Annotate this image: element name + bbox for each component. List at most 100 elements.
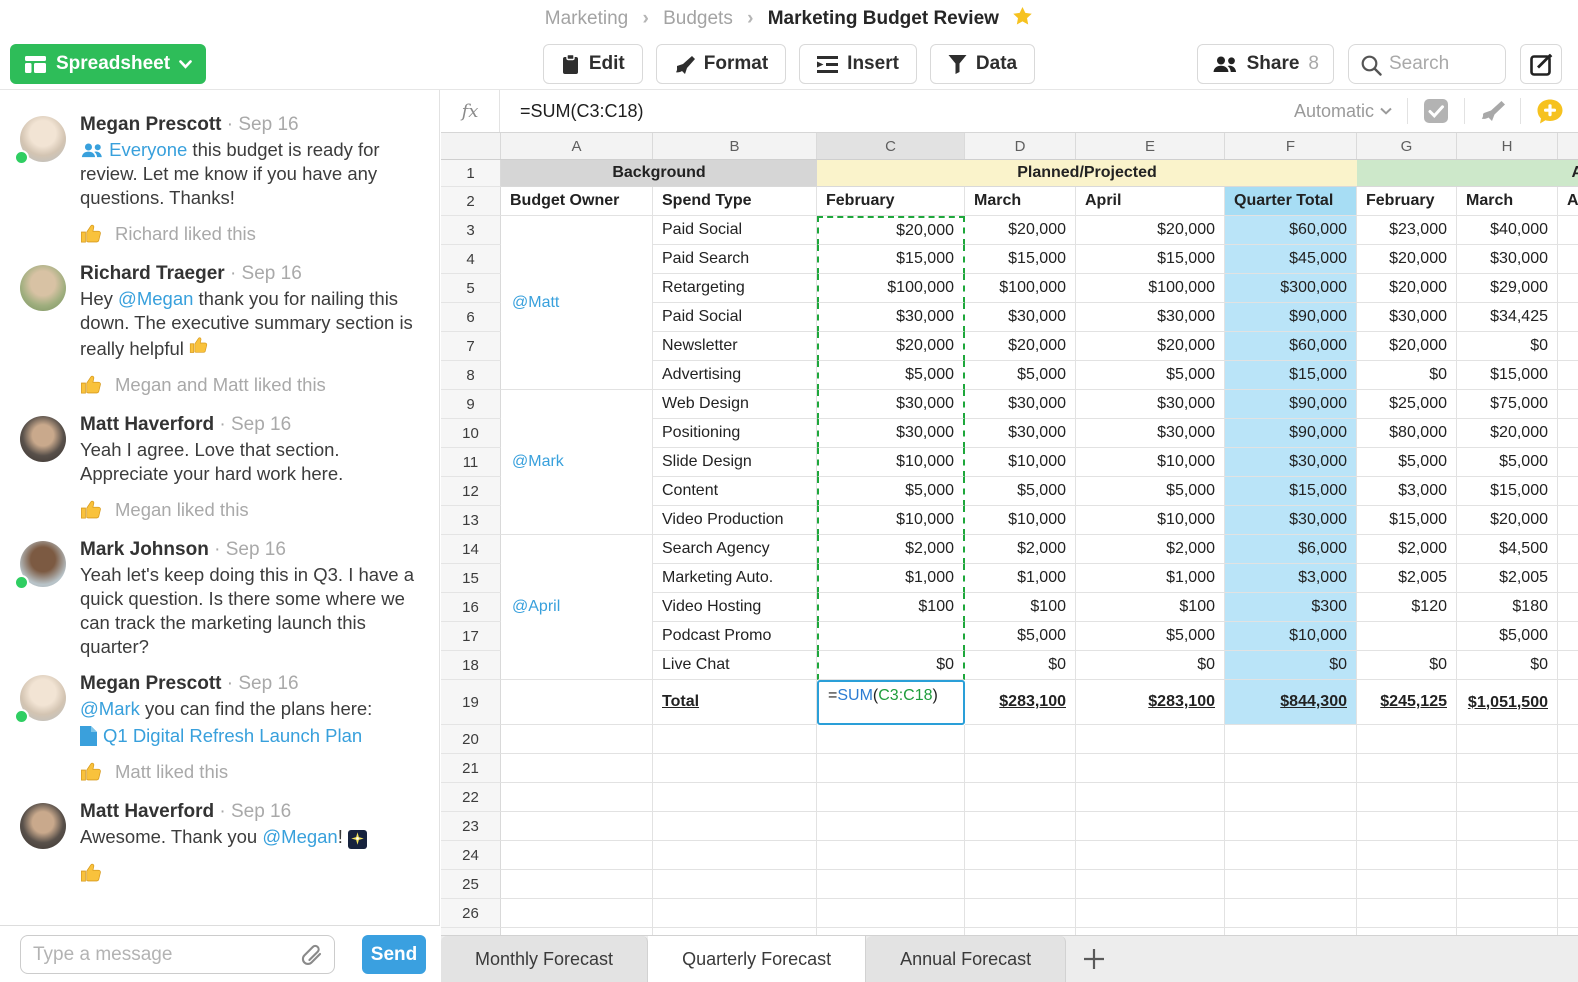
cell-F15[interactable]: $3,000: [1225, 564, 1357, 593]
cell-H22[interactable]: [1457, 783, 1558, 812]
cell-A25[interactable]: [501, 870, 653, 899]
cell-G22[interactable]: [1357, 783, 1457, 812]
row-header-20[interactable]: 20: [441, 725, 501, 754]
cell-H13[interactable]: $20,000: [1457, 506, 1558, 535]
cell-H24[interactable]: [1457, 841, 1558, 870]
column-header-B[interactable]: B: [653, 133, 817, 159]
cell-H16[interactable]: $180: [1457, 593, 1558, 622]
row-header-3[interactable]: 3: [441, 216, 501, 245]
cell-B2[interactable]: Spend Type: [653, 187, 817, 216]
cell-H19[interactable]: $1,051,500: [1457, 680, 1558, 725]
cell-F12[interactable]: $15,000: [1225, 477, 1357, 506]
cell-E18[interactable]: $0: [1076, 651, 1225, 680]
cell-B11[interactable]: Slide Design: [653, 448, 817, 477]
column-header-D[interactable]: D: [965, 133, 1076, 159]
cell-C7[interactable]: $20,000: [817, 332, 965, 361]
sheet-tab[interactable]: Annual Forecast: [866, 936, 1066, 982]
cell-B25[interactable]: [653, 870, 817, 899]
cell-F26[interactable]: [1225, 899, 1357, 928]
cell-B22[interactable]: [653, 783, 817, 812]
cell-D24[interactable]: [965, 841, 1076, 870]
cell-I22[interactable]: [1558, 783, 1578, 812]
cell-E4[interactable]: $15,000: [1076, 245, 1225, 274]
cell-D21[interactable]: [965, 754, 1076, 783]
row-header-27[interactable]: 27: [441, 928, 501, 935]
cell-H6[interactable]: $34,425: [1457, 303, 1558, 332]
thumbs-up-icon[interactable]: [189, 335, 209, 355]
cell-C18[interactable]: $0: [817, 651, 965, 680]
cell-H5[interactable]: $29,000: [1457, 274, 1558, 303]
cell-G11[interactable]: $5,000: [1357, 448, 1457, 477]
owner-merged-cell[interactable]: @Mark: [501, 390, 653, 535]
cell-B7[interactable]: Newsletter: [653, 332, 817, 361]
cell-A23[interactable]: [501, 812, 653, 841]
owner-merged-cell[interactable]: @Matt: [501, 216, 653, 390]
cell-G24[interactable]: [1357, 841, 1457, 870]
cell-C13[interactable]: $10,000: [817, 506, 965, 535]
cell-I9[interactable]: [1558, 390, 1578, 419]
cell-B3[interactable]: Paid Social: [653, 216, 817, 245]
cell-E7[interactable]: $20,000: [1076, 332, 1225, 361]
cell-F7[interactable]: $60,000: [1225, 332, 1357, 361]
band-actual[interactable]: Actual: [1357, 160, 1578, 187]
cell-E23[interactable]: [1076, 812, 1225, 841]
cell-I20[interactable]: [1558, 725, 1578, 754]
cell-A26[interactable]: [501, 899, 653, 928]
cell-F20[interactable]: [1225, 725, 1357, 754]
cell-D13[interactable]: $10,000: [965, 506, 1076, 535]
cell-C23[interactable]: [817, 812, 965, 841]
cell-E11[interactable]: $10,000: [1076, 448, 1225, 477]
row-header-13[interactable]: 13: [441, 506, 501, 535]
cell-H20[interactable]: [1457, 725, 1558, 754]
cell-I14[interactable]: [1558, 535, 1578, 564]
cell-B20[interactable]: [653, 725, 817, 754]
cell-B13[interactable]: Video Production: [653, 506, 817, 535]
mention-link[interactable]: @Megan: [118, 288, 193, 309]
cell-D26[interactable]: [965, 899, 1076, 928]
cell-F10[interactable]: $90,000: [1225, 419, 1357, 448]
cell-B26[interactable]: [653, 899, 817, 928]
cell-C6[interactable]: $30,000: [817, 303, 965, 332]
row-header-17[interactable]: 17: [441, 622, 501, 651]
cell-E24[interactable]: [1076, 841, 1225, 870]
add-comment-button[interactable]: [1536, 98, 1564, 125]
cell-I27[interactable]: [1558, 928, 1578, 935]
owner-merged-cell[interactable]: @April: [501, 535, 653, 680]
checkbox-tool-button[interactable]: [1423, 98, 1449, 124]
column-header-A[interactable]: A: [501, 133, 653, 159]
message-input[interactable]: [33, 937, 288, 972]
cell-G12[interactable]: $3,000: [1357, 477, 1457, 506]
cell-I11[interactable]: [1558, 448, 1578, 477]
cell-D3[interactable]: $20,000: [965, 216, 1076, 245]
cell-B9[interactable]: Web Design: [653, 390, 817, 419]
cell-A21[interactable]: [501, 754, 653, 783]
cell-D22[interactable]: [965, 783, 1076, 812]
cell-E2[interactable]: April: [1076, 187, 1225, 216]
cell-G14[interactable]: $2,000: [1357, 535, 1457, 564]
cell-E16[interactable]: $100: [1076, 593, 1225, 622]
cell-B8[interactable]: Advertising: [653, 361, 817, 390]
row-header-25[interactable]: 25: [441, 870, 501, 899]
cell-H4[interactable]: $30,000: [1457, 245, 1558, 274]
row-header-9[interactable]: 9: [441, 390, 501, 419]
cell-D27[interactable]: [965, 928, 1076, 935]
cell-I10[interactable]: [1558, 419, 1578, 448]
cell-E15[interactable]: $1,000: [1076, 564, 1225, 593]
thumbs-up-icon[interactable]: [80, 861, 103, 884]
cell-D18[interactable]: $0: [965, 651, 1076, 680]
cell-H8[interactable]: $15,000: [1457, 361, 1558, 390]
cell-G19[interactable]: $245,125: [1357, 680, 1457, 725]
row-header-6[interactable]: 6: [441, 303, 501, 332]
cell-B21[interactable]: [653, 754, 817, 783]
cell-C12[interactable]: $5,000: [817, 477, 965, 506]
cell-I17[interactable]: [1558, 622, 1578, 651]
cell-B12[interactable]: Content: [653, 477, 817, 506]
cell-H9[interactable]: $75,000: [1457, 390, 1558, 419]
row-header-7[interactable]: 7: [441, 332, 501, 361]
cell-B23[interactable]: [653, 812, 817, 841]
cell-F24[interactable]: [1225, 841, 1357, 870]
cell-A24[interactable]: [501, 841, 653, 870]
cell-G5[interactable]: $20,000: [1357, 274, 1457, 303]
cell-D20[interactable]: [965, 725, 1076, 754]
cell-G16[interactable]: $120: [1357, 593, 1457, 622]
